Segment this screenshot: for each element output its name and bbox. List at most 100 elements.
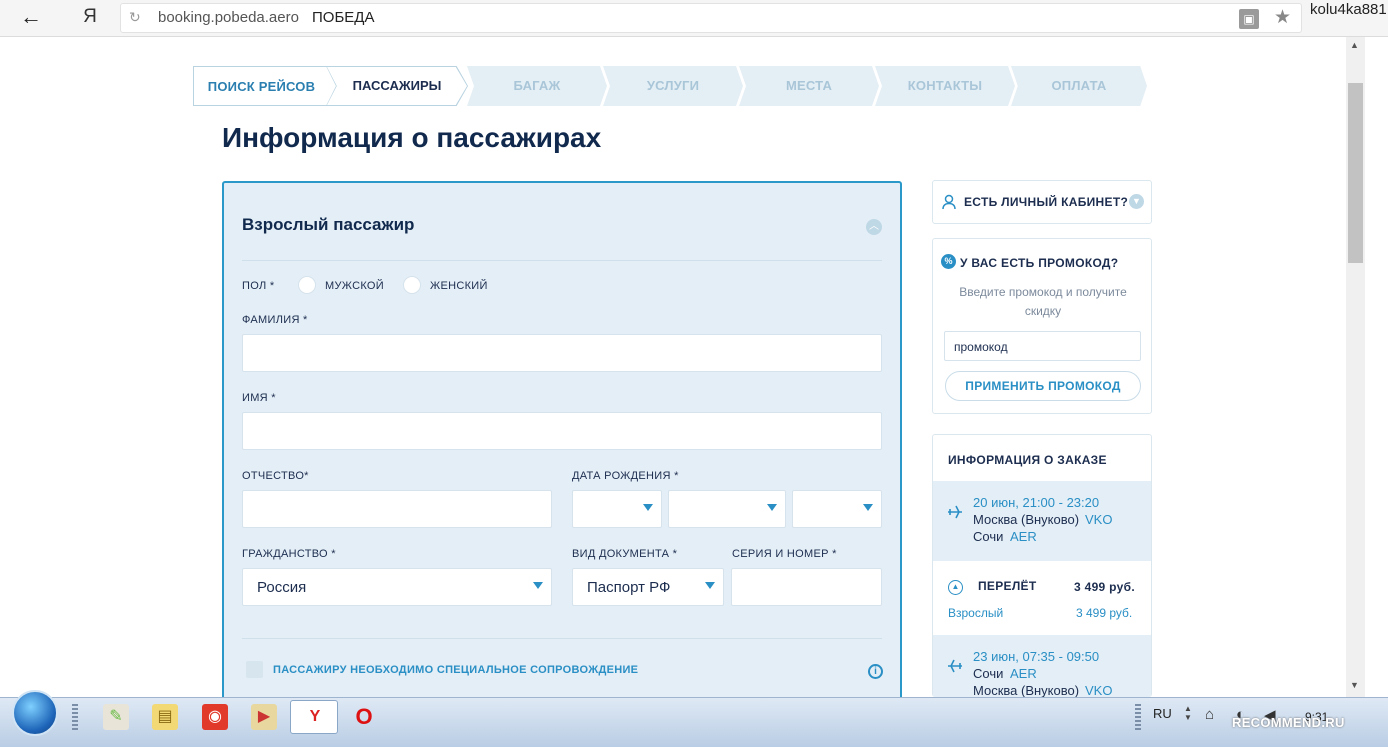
gender-label: ПОЛ * [242, 280, 275, 292]
promo-panel: % У ВАС ЕСТЬ ПРОМОКОД? Введите промокод … [932, 238, 1152, 414]
alarm-app-icon[interactable]: ◉ [202, 704, 228, 730]
birth-year-select[interactable] [792, 490, 882, 528]
yandex-logo-icon[interactable]: Я [80, 5, 100, 29]
taskbar-grip [1135, 704, 1141, 730]
step-search-flights[interactable]: ПОИСК РЕЙСОВ [193, 66, 329, 106]
back-arrow-icon[interactable]: ← [18, 4, 44, 30]
order-info-title: ИНФОРМАЦИЯ О ЗАКАЗЕ [948, 453, 1107, 467]
citizenship-select[interactable]: Россия [242, 568, 552, 606]
scrollbar-thumb[interactable] [1348, 83, 1363, 263]
doc-type-label: ВИД ДОКУМЕНТА * [572, 548, 678, 560]
info-icon[interactable]: i [868, 664, 883, 679]
language-indicator[interactable]: RU [1153, 706, 1172, 721]
media-player-icon[interactable]: ▶ [251, 704, 277, 730]
promo-title: У ВАС ЕСТЬ ПРОМОКОД? [960, 256, 1119, 270]
page-scrollbar[interactable]: ▲ ▼ [1346, 37, 1365, 697]
yandex-browser-taskbar-button[interactable]: Y [290, 700, 338, 734]
order-info-panel: ИНФОРМАЦИЯ О ЗАКАЗЕ 20 июн, 21:00 - 23:2… [932, 434, 1152, 697]
return-from-code: AER [1010, 666, 1037, 681]
doc-type-value: Паспорт РФ [587, 579, 671, 596]
step-payment: ОПЛАТА [1011, 66, 1147, 106]
outbound-time: 20 июн, 21:00 - 23:20 [973, 495, 1100, 510]
user-icon [942, 194, 956, 210]
personal-cabinet-panel[interactable]: ЕСТЬ ЛИЧНЫЙ КАБИНЕТ? ▼ [932, 180, 1152, 224]
doc-number-label: СЕРИЯ И НОМЕР * [732, 548, 837, 560]
start-button[interactable] [12, 690, 58, 736]
promo-input-placeholder: промокод [954, 340, 1008, 354]
network-icon[interactable]: ⌂ [1205, 706, 1214, 723]
url-domain: booking.pobeda.aero [158, 9, 299, 26]
outbound-from-code: VKO [1085, 512, 1113, 527]
birth-month-select[interactable] [668, 490, 786, 528]
watermark-text: RECOMMEND.RU [1232, 715, 1345, 730]
address-bar[interactable]: ↻ booking.pobeda.aero ПОБЕДА ▣ ★ [120, 3, 1302, 33]
doc-type-select[interactable]: Паспорт РФ [572, 568, 724, 606]
return-time: 23 июн, 07:35 - 09:50 [973, 649, 1100, 664]
birth-day-select[interactable] [572, 490, 662, 528]
patronymic-input[interactable] [242, 490, 552, 528]
personal-cabinet-label[interactable]: ЕСТЬ ЛИЧНЫЙ КАБИНЕТ? [964, 195, 1128, 209]
step-baggage: БАГАЖ [467, 66, 607, 106]
surname-input[interactable] [242, 334, 882, 372]
percent-badge-icon: % [941, 254, 956, 269]
gender-male-radio[interactable] [298, 276, 316, 294]
scroll-up-arrow-icon[interactable]: ▲ [1350, 40, 1359, 50]
gender-female-label[interactable]: ЖЕНСКИЙ [430, 280, 488, 292]
chevron-down-icon [533, 582, 543, 589]
citizenship-label: ГРАЖДАНСТВО * [242, 548, 336, 560]
paint-app-icon[interactable]: ✎ [103, 704, 129, 730]
doc-number-input[interactable] [731, 568, 882, 606]
birthdate-label: ДАТА РОЖДЕНИЯ * [572, 470, 679, 482]
plane-icon [948, 505, 962, 519]
name-input[interactable] [242, 412, 882, 450]
chevron-down-icon [705, 582, 715, 589]
surname-label: ФАМИЛИЯ * [242, 314, 308, 326]
reload-icon[interactable]: ↻ [129, 9, 141, 26]
scroll-down-arrow-icon[interactable]: ▼ [1350, 680, 1359, 690]
star-bookmark-icon[interactable]: ★ [1274, 6, 1291, 29]
flight-price: 3 499 руб. [1074, 580, 1135, 594]
booking-steps: ПОИСК РЕЙСОВ ПАССАЖИРЫ БАГАЖ УСЛУГИ МЕСТ… [193, 66, 1147, 106]
adult-price: 3 499 руб. [1076, 606, 1133, 620]
outbound-from: Москва (Внуково) [973, 512, 1080, 527]
special-escort-checkbox[interactable] [246, 661, 263, 678]
step-passengers[interactable]: ПАССАЖИРЫ [327, 67, 467, 105]
folder-icon[interactable]: ▤ [152, 704, 178, 730]
plane-icon [948, 659, 962, 673]
taskbar-grip [72, 704, 78, 730]
outbound-to-code: AER [1010, 529, 1037, 544]
citizenship-value: Россия [257, 579, 307, 596]
form-divider [242, 260, 882, 261]
windows-taskbar: ✎ ▤ ◉ ▶ Y O RU ▲ ▼ ⌂ ◐ ◀ 9:31 [0, 690, 1388, 747]
browser-user-name[interactable]: kolu4ka881 [1310, 1, 1387, 18]
special-escort-label[interactable]: ПАССАЖИРУ НЕОБХОДИМО СПЕЦИАЛЬНОЕ СОПРОВО… [273, 664, 638, 676]
flight-label: ПЕРЕЛЁТ [978, 579, 1037, 593]
outbound-flight-row: 20 июн, 21:00 - 23:20 Москва (Внуково) V… [933, 481, 1151, 561]
lock-icon[interactable]: ▣ [1239, 9, 1259, 29]
yandex-browser-icon: Y [309, 708, 321, 725]
patronymic-label: ОТЧЕСТВО* [242, 470, 309, 482]
promo-input[interactable]: промокод [944, 331, 1141, 361]
gender-female-radio[interactable] [403, 276, 421, 294]
form-divider [242, 638, 882, 639]
chevron-down-icon [767, 504, 777, 511]
step-seats: МЕСТА [739, 66, 879, 106]
gender-male-label[interactable]: МУЖСКОЙ [325, 280, 384, 292]
browser-toolbar: ← Я ↻ booking.pobeda.aero ПОБЕДА ▣ ★ kol… [0, 0, 1388, 37]
chevron-up-icon[interactable]: ︿ [866, 219, 882, 235]
promo-hint: Введите промокод и получите скидку [959, 285, 1127, 318]
return-to-code: VKO [1085, 683, 1113, 697]
chevron-up-icon[interactable]: ▲ [948, 580, 963, 595]
language-switch-arrows-icon[interactable]: ▲ ▼ [1184, 704, 1192, 722]
step-contacts: КОНТАКТЫ [875, 66, 1015, 106]
apply-promo-button[interactable]: ПРИМЕНИТЬ ПРОМОКОД [945, 371, 1141, 401]
passenger-form-card: Взрослый пассажир ︿ ПОЛ * МУЖСКОЙ ЖЕНСКИ… [222, 181, 902, 711]
passenger-form-title: Взрослый пассажир [242, 215, 415, 234]
return-from: Сочи [973, 666, 1004, 681]
url-page-title: ПОБЕДА [312, 9, 375, 26]
return-to: Москва (Внуково) [973, 683, 1080, 697]
page-title: Информация о пассажирах [222, 122, 602, 153]
step-services: УСЛУГИ [603, 66, 743, 106]
chevron-down-icon[interactable]: ▼ [1129, 194, 1144, 209]
opera-icon[interactable]: O [351, 704, 377, 730]
